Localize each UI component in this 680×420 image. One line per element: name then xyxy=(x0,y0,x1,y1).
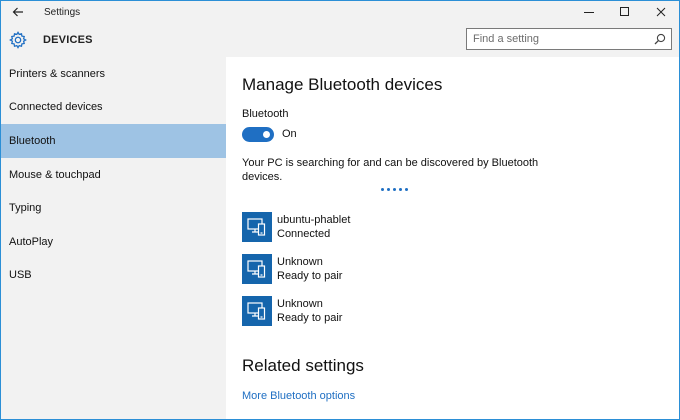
bluetooth-toggle-state: On xyxy=(282,128,297,140)
close-icon xyxy=(656,7,666,17)
discovery-status-text: Your PC is searching for and can be disc… xyxy=(242,157,539,183)
sidebar-item-printers-scanners[interactable]: Printers & scanners xyxy=(1,57,226,91)
settings-window: Settings DEVICES Find a setting Printers… xyxy=(0,0,680,420)
search-box[interactable] xyxy=(466,28,672,50)
sidebar-item-label: AutoPlay xyxy=(9,235,54,248)
section-title: Manage Bluetooth devices xyxy=(242,75,443,94)
sidebar-item-label: Connected devices xyxy=(9,101,103,114)
back-arrow-icon xyxy=(12,7,23,17)
bluetooth-toggle-label: Bluetooth xyxy=(242,108,289,120)
toggle-knob xyxy=(263,131,270,138)
window-title: Settings xyxy=(44,6,81,18)
title-bar: Settings xyxy=(1,1,679,23)
device-status: Ready to pair xyxy=(277,312,343,324)
sidebar-item-label: Mouse & touchpad xyxy=(9,168,101,181)
device-status: Ready to pair xyxy=(277,270,343,282)
device-name: ubuntu-phablet xyxy=(277,214,351,226)
sidebar-item-autoplay[interactable]: AutoPlay xyxy=(1,225,226,259)
search-input[interactable] xyxy=(473,33,653,45)
bluetooth-toggle[interactable] xyxy=(242,127,274,142)
minimize-button[interactable] xyxy=(571,1,607,23)
progress-dot xyxy=(405,188,408,191)
sidebar-item-connected-devices[interactable]: Connected devices xyxy=(1,91,226,125)
more-bluetooth-options-link[interactable]: More Bluetooth options xyxy=(242,390,355,402)
sidebar-item-usb[interactable]: USB xyxy=(1,259,226,293)
sidebar-item-label: USB xyxy=(9,269,32,282)
window-controls xyxy=(571,1,679,23)
related-settings-heading: Related settings xyxy=(242,356,364,375)
sidebar-item-label: Printers & scanners xyxy=(9,67,105,80)
search-icon[interactable] xyxy=(654,33,666,45)
device-item-unknown-2[interactable]: Unknown Ready to pair xyxy=(242,296,342,326)
device-status: Connected xyxy=(277,228,331,240)
device-name: Unknown xyxy=(277,298,323,310)
sidebar: Printers & scanners Connected devices Bl… xyxy=(1,57,226,419)
maximize-button[interactable] xyxy=(607,1,643,23)
sidebar-item-label: Typing xyxy=(9,202,42,215)
device-item-ubuntu-phablet[interactable]: ubuntu-phablet Connected xyxy=(242,212,350,242)
progress-dot xyxy=(399,188,402,191)
close-button[interactable] xyxy=(643,1,679,23)
device-name: Unknown xyxy=(277,256,323,268)
main-content: Manage Bluetooth devices Bluetooth On Yo… xyxy=(226,57,679,419)
device-info: Unknown Ready to pair xyxy=(277,296,342,326)
device-icon xyxy=(242,254,272,284)
minimize-icon xyxy=(584,12,594,13)
page-header: DEVICES xyxy=(1,23,679,57)
searching-progress-indicator xyxy=(381,188,408,191)
sidebar-item-label: Bluetooth xyxy=(9,134,56,147)
progress-dot xyxy=(387,188,390,191)
device-icon xyxy=(242,212,272,242)
sidebar-item-typing[interactable]: Typing xyxy=(1,191,226,225)
back-button[interactable] xyxy=(1,1,35,23)
maximize-icon xyxy=(620,7,629,16)
sidebar-item-bluetooth[interactable]: Bluetooth xyxy=(1,124,226,158)
progress-dot xyxy=(393,188,396,191)
device-icon xyxy=(242,296,272,326)
device-item-unknown-1[interactable]: Unknown Ready to pair xyxy=(242,254,342,284)
device-info: ubuntu-phablet Connected xyxy=(277,212,350,242)
gear-icon xyxy=(9,31,27,49)
progress-dot xyxy=(381,188,384,191)
page-title: DEVICES xyxy=(43,34,93,46)
device-info: Unknown Ready to pair xyxy=(277,254,342,284)
sidebar-item-mouse-touchpad[interactable]: Mouse & touchpad xyxy=(1,158,226,192)
